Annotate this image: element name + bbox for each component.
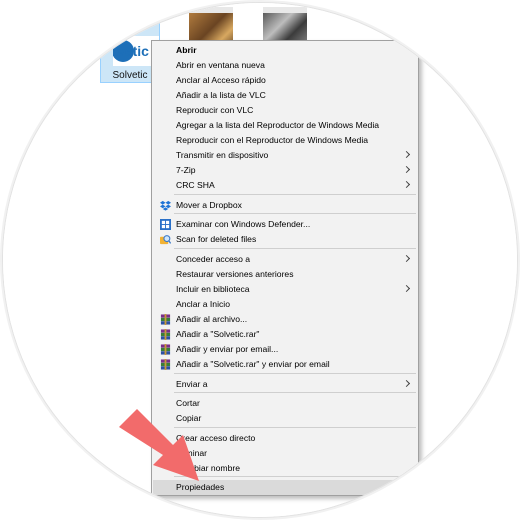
red-pointer-arrow-icon bbox=[119, 409, 199, 481]
menu-item-label: Abrir bbox=[176, 45, 197, 55]
menu-item-label: Transmitir en dispositivo bbox=[176, 150, 269, 160]
menu-item-label: Conceder acceso a bbox=[176, 254, 251, 264]
menu-item-reproducir-con-el-reproductor-de-windows-media[interactable]: Reproducir con el Reproductor de Windows… bbox=[153, 133, 417, 148]
menu-item-anadir-a-solvetic-rar-y-enviar-por-email[interactable]: Añadir a "Solvetic.rar" y enviar por ema… bbox=[153, 357, 417, 372]
menu-item-anadir-a-la-lista-de-vlc[interactable]: Añadir a la lista de VLC bbox=[153, 88, 417, 103]
menu-item-agregar-a-la-lista-del-reproductor-de-windows-media[interactable]: Agregar a la lista del Reproductor de Wi… bbox=[153, 118, 417, 133]
menu-separator bbox=[174, 373, 416, 374]
menu-item-conceder-acceso-a[interactable]: Conceder acceso a bbox=[153, 252, 417, 267]
menu-item-enviar-a[interactable]: Enviar a bbox=[153, 377, 417, 392]
menu-separator bbox=[174, 248, 416, 249]
menu-item-label: Scan for deleted files bbox=[176, 234, 257, 244]
menu-item-label: Añadir a "Solvetic.rar" y enviar por ema… bbox=[176, 359, 330, 369]
menu-item-label: Reproducir con VLC bbox=[176, 105, 254, 115]
menu-separator bbox=[174, 194, 416, 195]
explorer-view: vetic Solvetic Abrir Abrir en ventana nue… bbox=[3, 3, 517, 517]
chevron-right-icon bbox=[402, 284, 411, 293]
menu-item-label: Abrir en ventana nueva bbox=[176, 60, 265, 70]
menu-item-examinar-con-windows-defender[interactable]: Examinar con Windows Defender... bbox=[153, 217, 417, 232]
chevron-right-icon bbox=[402, 150, 411, 159]
dropbox-icon bbox=[160, 200, 171, 211]
windows-defender-icon bbox=[160, 219, 171, 230]
menu-item-label: Incluir en biblioteca bbox=[176, 284, 250, 294]
menu-item-label: Agregar a la lista del Reproductor de Wi… bbox=[176, 120, 380, 130]
menu-item-crc-sha[interactable]: CRC SHA bbox=[153, 178, 417, 193]
menu-item-restaurar-versiones-anteriores[interactable]: Restaurar versiones anteriores bbox=[153, 267, 417, 282]
menu-item-label: Examinar con Windows Defender... bbox=[176, 219, 311, 229]
menu-item-label: Restaurar versiones anteriores bbox=[176, 269, 294, 279]
folder-logo-text: vetic bbox=[117, 43, 149, 59]
menu-item-label: Mover a Dropbox bbox=[176, 200, 242, 210]
menu-item-label: Añadir y enviar por email... bbox=[176, 344, 279, 354]
menu-item-transmitir-en-dispositivo[interactable]: Transmitir en dispositivo bbox=[153, 148, 417, 163]
menu-item-anadir-al-archivo[interactable]: Añadir al archivo... bbox=[153, 312, 417, 327]
chevron-right-icon bbox=[402, 254, 411, 263]
winrar-icon bbox=[160, 359, 171, 370]
menu-item-anclar-a-inicio[interactable]: Anclar a Inicio bbox=[153, 297, 417, 312]
menu-item-label: CRC SHA bbox=[176, 180, 215, 190]
winrar-icon bbox=[160, 344, 171, 355]
menu-separator bbox=[174, 476, 416, 477]
menu-item-label: Anclar al Acceso rápido bbox=[176, 75, 266, 85]
menu-separator bbox=[174, 427, 416, 428]
circular-frame: vetic Solvetic Abrir Abrir en ventana nue… bbox=[3, 3, 517, 517]
chevron-right-icon bbox=[402, 165, 411, 174]
chevron-right-icon bbox=[402, 379, 411, 388]
menu-item-reproducir-con-vlc[interactable]: Reproducir con VLC bbox=[153, 103, 417, 118]
menu-item-anclar-al-acceso-rapido[interactable]: Anclar al Acceso rápido bbox=[153, 73, 417, 88]
menu-item-label: Añadir al archivo... bbox=[176, 314, 248, 324]
menu-item-label: 7-Zip bbox=[176, 165, 196, 175]
menu-item-label: Añadir a la lista de VLC bbox=[176, 90, 266, 100]
menu-separator bbox=[174, 392, 416, 393]
winrar-icon bbox=[160, 314, 171, 325]
menu-item-mover-a-dropbox[interactable]: Mover a Dropbox bbox=[153, 198, 417, 213]
menu-item-abrir[interactable]: Abrir bbox=[153, 43, 417, 58]
menu-item-7-zip[interactable]: 7-Zip bbox=[153, 163, 417, 178]
menu-item-incluir-en-biblioteca[interactable]: Incluir en biblioteca bbox=[153, 282, 417, 297]
recovery-scan-icon bbox=[160, 235, 171, 245]
chevron-right-icon bbox=[402, 180, 411, 189]
menu-item-label: Reproducir con el Reproductor de Windows… bbox=[176, 135, 369, 145]
menu-item-anadir-y-enviar-por-email[interactable]: Añadir y enviar por email... bbox=[153, 342, 417, 357]
menu-separator bbox=[174, 213, 416, 214]
menu-item-label: Anclar a Inicio bbox=[176, 299, 230, 309]
menu-item-label: Enviar a bbox=[176, 379, 208, 389]
winrar-icon bbox=[160, 329, 171, 340]
menu-item-scan-for-deleted-files[interactable]: Scan for deleted files bbox=[153, 232, 417, 247]
menu-item-anadir-a-solvetic-rar[interactable]: Añadir a "Solvetic.rar" bbox=[153, 327, 417, 342]
menu-item-label: Añadir a "Solvetic.rar" bbox=[176, 329, 260, 339]
menu-item-abrir-en-ventana-nueva[interactable]: Abrir en ventana nueva bbox=[153, 58, 417, 73]
